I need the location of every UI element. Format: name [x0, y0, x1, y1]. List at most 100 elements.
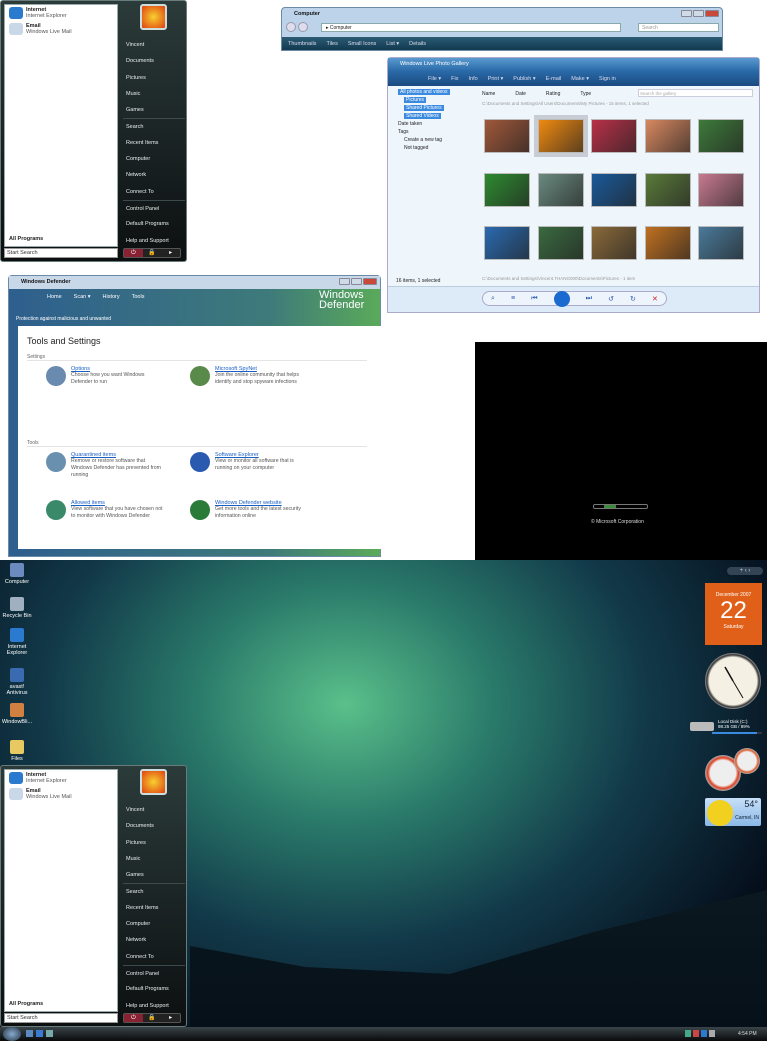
pinned-item[interactable]: Email Windows Live Mail [5, 21, 117, 37]
start-menu-item[interactable]: Computer [123, 916, 185, 932]
desktop-icon[interactable]: Files [0, 740, 34, 762]
start-menu-item[interactable]: Documents [123, 53, 185, 69]
toolbar-button[interactable]: Print ▾ [488, 76, 504, 82]
minimize-button[interactable] [681, 10, 692, 17]
tree-item[interactable]: Date taken [392, 120, 477, 128]
photo-thumbnail[interactable] [533, 115, 588, 157]
start-menu-item[interactable]: Pictures [123, 70, 185, 86]
pinned-item[interactable]: Email Windows Live Mail [5, 786, 117, 802]
slideshow-button[interactable] [553, 290, 570, 307]
photo-thumbnail[interactable] [537, 226, 584, 260]
nav-tools[interactable]: Tools [132, 294, 145, 300]
column-header[interactable]: Date [515, 91, 526, 97]
photo-thumbnail[interactable] [698, 119, 744, 153]
start-menu-item[interactable]: Vincent [123, 37, 185, 53]
start-menu-item[interactable]: Music [123, 86, 185, 102]
tree-item[interactable]: Shared Videos [392, 112, 477, 120]
start-menu-item[interactable]: Control Panel [123, 199, 185, 216]
toolbar-button[interactable]: Details [409, 41, 426, 47]
lock-button[interactable]: 🔒 [143, 1014, 162, 1022]
all-programs-button[interactable]: All Programs [9, 236, 43, 242]
toolbar-button[interactable]: List ▾ [386, 41, 399, 47]
rotate-left-icon[interactable]: ↺ [608, 295, 614, 303]
desktop-icon[interactable]: Internet Explorer [0, 628, 34, 656]
desktop-icon[interactable]: Recycle Bin [0, 597, 34, 619]
start-menu-item[interactable]: Default Programs [123, 981, 185, 997]
power-button[interactable]: ⏻ [124, 1014, 143, 1022]
start-menu-item[interactable]: Recent Items [123, 900, 185, 916]
weather-gadget[interactable]: 54° Carmel, IN [705, 798, 761, 826]
close-button[interactable] [363, 278, 377, 285]
maximize-button[interactable] [693, 10, 704, 17]
previous-button[interactable]: ⏮ [531, 295, 537, 303]
start-menu-item[interactable]: Help and Support [123, 998, 185, 1014]
start-menu-item[interactable]: Connect To [123, 184, 185, 200]
tree-item[interactable]: All photos and videos [392, 88, 477, 96]
tree-item[interactable]: Create a new tag [392, 136, 477, 144]
lock-button[interactable]: 🔒 [143, 249, 162, 257]
start-menu-item[interactable]: Help and Support [123, 233, 185, 249]
next-button[interactable]: ⏭ [586, 295, 592, 303]
nav-home[interactable]: Home [47, 294, 62, 300]
sidebar-controls[interactable]: + ‹ › [727, 567, 763, 575]
calendar-gadget[interactable]: December 2007 22 Saturday [705, 583, 762, 645]
toolbar-button[interactable]: Tiles [326, 41, 337, 47]
minimize-button[interactable] [339, 278, 350, 285]
tray-icon[interactable] [693, 1030, 699, 1037]
zoom-icon[interactable]: ⌕ [491, 295, 495, 303]
photo-thumbnail[interactable] [484, 226, 530, 260]
column-header[interactable]: Type [580, 91, 591, 97]
nav-history[interactable]: History [103, 294, 120, 300]
start-menu-item[interactable]: Games [123, 102, 185, 118]
toolbar-button[interactable]: File ▾ [428, 76, 441, 82]
start-menu-item[interactable]: Music [123, 851, 185, 867]
all-programs-button[interactable]: All Programs [9, 1001, 43, 1007]
start-menu-item[interactable]: Vincent [123, 802, 185, 818]
tray-icon[interactable] [685, 1030, 691, 1037]
photo-thumbnail[interactable] [698, 226, 744, 260]
delete-icon[interactable]: ✕ [652, 295, 658, 303]
toolbar-button[interactable]: Fix [451, 76, 458, 82]
start-menu-item[interactable]: Connect To [123, 949, 185, 965]
start-button[interactable] [3, 1027, 21, 1041]
photo-thumbnail[interactable] [484, 172, 530, 207]
rotate-right-icon[interactable]: ↻ [630, 295, 636, 303]
start-menu-item[interactable]: Recent Items [123, 135, 185, 151]
tree-item[interactable]: Tags [392, 128, 477, 136]
switch-windows-icon[interactable] [46, 1030, 53, 1037]
power-options-arrow[interactable]: ▸ [161, 249, 180, 257]
forward-button[interactable] [298, 22, 308, 32]
photo-thumbnail[interactable] [698, 172, 744, 207]
toolbar-button[interactable]: E-mail [546, 76, 562, 82]
power-button[interactable]: ⏻ [124, 249, 143, 257]
toolbar-button[interactable]: Info [469, 76, 478, 82]
start-menu-item[interactable]: Computer [123, 151, 185, 167]
photo-thumbnail[interactable] [591, 119, 637, 153]
start-search-input[interactable]: Start Search [4, 248, 118, 258]
show-desktop-icon[interactable] [26, 1030, 33, 1037]
window-controls[interactable] [681, 10, 719, 17]
photo-thumbnail[interactable] [591, 172, 637, 207]
start-menu-item[interactable]: Pictures [123, 835, 185, 851]
internet-explorer-icon[interactable] [36, 1030, 43, 1037]
toolbar-button[interactable]: Thumbnails [288, 41, 316, 47]
column-header[interactable]: Rating [546, 91, 560, 97]
pinned-item[interactable]: Internet Internet Explorer [5, 5, 117, 21]
info-pane-icon[interactable]: ≡ [511, 295, 515, 302]
tree-item[interactable]: Shared Pictures [392, 104, 477, 112]
photo-thumbnail[interactable] [484, 119, 530, 153]
photo-thumbnail[interactable] [537, 172, 584, 207]
address-bar[interactable]: ▸ Computer [321, 23, 621, 32]
start-menu-item[interactable]: Control Panel [123, 964, 185, 981]
search-input[interactable]: Search [638, 23, 719, 32]
start-menu-item[interactable]: Network [123, 167, 185, 183]
photo-thumbnail[interactable] [644, 119, 691, 153]
start-menu-item[interactable]: Search [123, 118, 185, 134]
clock-gadget[interactable] [705, 653, 761, 709]
tray-icon[interactable] [701, 1030, 707, 1037]
taskbar-clock[interactable]: 4:54 PM [738, 1031, 757, 1037]
start-menu-item[interactable]: Search [123, 883, 185, 899]
back-button[interactable] [286, 22, 296, 32]
start-menu-item[interactable]: Games [123, 867, 185, 883]
start-menu-item[interactable]: Documents [123, 818, 185, 834]
